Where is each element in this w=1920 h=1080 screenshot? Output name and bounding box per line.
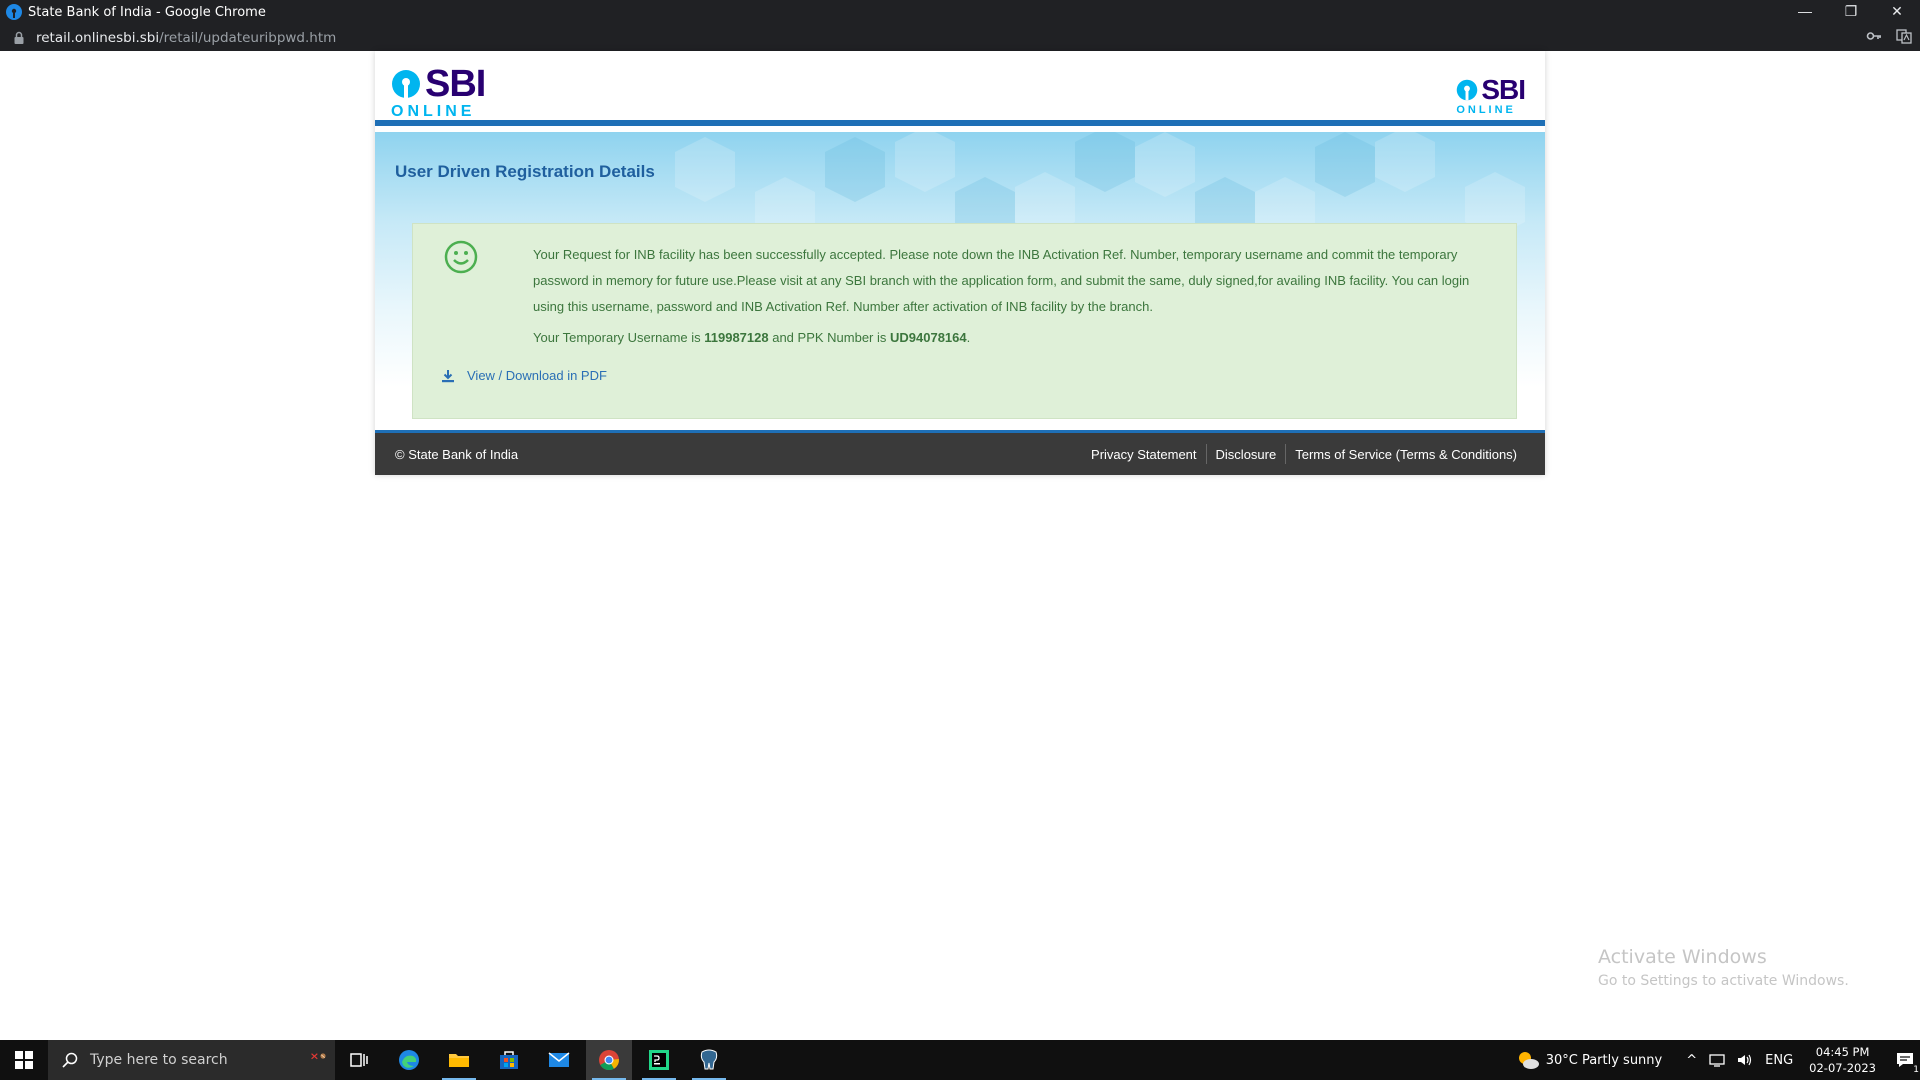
disclosure-link[interactable]: Disclosure [1216, 447, 1277, 462]
temporary-username: 119987128 [704, 330, 769, 345]
volume-icon[interactable] [1737, 1053, 1753, 1067]
search-placeholder[interactable]: Type here to search [90, 1052, 228, 1068]
weather-widget[interactable]: 30°C Partly sunny [1516, 1049, 1663, 1071]
page-title: User Driven Registration Details [395, 162, 655, 181]
windows-logo-icon [15, 1051, 33, 1069]
smiley-icon [444, 240, 478, 274]
success-message: Your Request for INB facility has been s… [533, 247, 1470, 314]
window-controls: — ❐ ✕ [1782, 0, 1920, 24]
translate-icon[interactable] [1896, 28, 1912, 44]
logo-sbi-text: SBI [1481, 74, 1526, 105]
copyright-text: © State Bank of India [395, 446, 519, 462]
page-container: SBI ONLINE SBI ONLINE User Driven Regist… [375, 51, 1545, 475]
download-pdf-link[interactable]: View / Download in PDF [441, 368, 607, 383]
mail-taskbar-button[interactable] [536, 1040, 582, 1080]
username-prefix: Your Temporary Username is [533, 330, 705, 345]
pgadmin-taskbar-button[interactable] [686, 1040, 732, 1080]
network-icon[interactable] [1709, 1053, 1725, 1067]
chrome-taskbar-button[interactable] [586, 1040, 632, 1080]
download-pdf-label[interactable]: View / Download in PDF [467, 368, 607, 383]
mail-icon [548, 1052, 570, 1067]
edge-taskbar-button[interactable] [386, 1040, 432, 1080]
sbi-logo-icon [1457, 79, 1478, 101]
restore-button[interactable]: ❐ [1828, 0, 1874, 22]
sbi-online-logo[interactable]: SBI ONLINE [391, 63, 486, 121]
sbi-logo-icon [392, 70, 420, 98]
activate-windows-watermark: Activate Windows Go to Settings to activ… [1598, 946, 1849, 989]
minimize-button[interactable]: — [1782, 0, 1828, 22]
windows-taskbar: Type here to search 30°C Partly sunny ^ … [0, 1040, 1920, 1080]
task-view-button[interactable] [336, 1040, 382, 1080]
pycharm-taskbar-button[interactable] [636, 1040, 682, 1080]
clock[interactable]: 04:45 PM 02-07-2023 [1809, 1044, 1876, 1076]
chrome-icon [599, 1050, 619, 1071]
search-highlight-image[interactable] [297, 1048, 327, 1064]
url-path[interactable]: /retail/updateuribpwd.htm [159, 30, 336, 46]
edge-icon [399, 1050, 419, 1070]
microsoft-store-taskbar-button[interactable] [486, 1040, 532, 1080]
postgresql-elephant-icon [700, 1049, 718, 1070]
browser-title-bar: State Bank of India - Google Chrome — ❐ … [0, 0, 1920, 24]
ppk-number: UD94078164 [890, 330, 967, 345]
search-icon [62, 1052, 78, 1068]
footer-links: Privacy Statement Disclosure Terms of Se… [1091, 444, 1517, 464]
url-host[interactable]: retail.onlinesbi.sbi [36, 30, 159, 46]
address-bar[interactable]: retail.onlinesbi.sbi /retail/updateuribp… [0, 24, 1920, 51]
taskbar-search-box[interactable]: Type here to search [48, 1040, 335, 1080]
search-highlight-icon [311, 1053, 326, 1060]
chevron-up-icon[interactable]: ^ [1686, 1053, 1697, 1068]
page-footer: © State Bank of India Privacy Statement … [375, 430, 1545, 475]
window-title: State Bank of India - Google Chrome [28, 4, 266, 20]
logo-online-text: ONLINE [391, 103, 476, 120]
store-icon [500, 1051, 518, 1069]
terms-of-service-link[interactable]: Terms of Service (Terms & Conditions) [1295, 447, 1517, 462]
page-header: SBI ONLINE SBI ONLINE [375, 51, 1545, 126]
footer-divider [1285, 444, 1287, 464]
partly-sunny-icon [1518, 1052, 1539, 1069]
credentials-message: Your Temporary Username is 119987128 and… [533, 330, 970, 345]
sbi-favicon-icon [6, 4, 22, 20]
language-indicator[interactable]: ENG [1765, 1053, 1793, 1068]
activate-windows-subtitle: Go to Settings to activate Windows. [1598, 973, 1849, 989]
notification-icon [1897, 1053, 1913, 1067]
task-view-icon [350, 1053, 368, 1067]
clock-date[interactable]: 02-07-2023 [1809, 1060, 1876, 1076]
file-explorer-taskbar-button[interactable] [436, 1040, 482, 1080]
notification-center-button[interactable]: 1 [1890, 1040, 1920, 1080]
weather-text[interactable]: 30°C Partly sunny [1546, 1053, 1663, 1068]
ppk-prefix: and PPK Number is [768, 330, 890, 345]
activate-windows-title: Activate Windows [1598, 946, 1767, 968]
footer-divider [1205, 444, 1207, 464]
logo-sbi-text: SBI [425, 63, 486, 105]
ppk-suffix: . [966, 330, 971, 345]
lock-icon[interactable] [12, 31, 26, 45]
folder-icon [449, 1054, 469, 1067]
sbi-online-logo-right: SBI ONLINE [1456, 74, 1526, 117]
key-icon[interactable] [1866, 28, 1882, 44]
system-tray: 30°C Partly sunny ^ ENG 04:45 PM 02-07-2… [1516, 1040, 1920, 1080]
start-button[interactable] [0, 1040, 48, 1080]
logo-online-text: ONLINE [1456, 104, 1516, 116]
download-icon[interactable] [441, 369, 455, 383]
clock-time[interactable]: 04:45 PM [1816, 1044, 1870, 1060]
pycharm-icon [649, 1050, 669, 1070]
privacy-statement-link[interactable]: Privacy Statement [1091, 447, 1197, 462]
notification-count: 1 [1913, 1065, 1919, 1075]
content-area: User Driven Registration Details Your Re… [375, 132, 1545, 432]
success-alert: Your Request for INB facility has been s… [412, 223, 1517, 419]
close-button[interactable]: ✕ [1874, 0, 1920, 22]
